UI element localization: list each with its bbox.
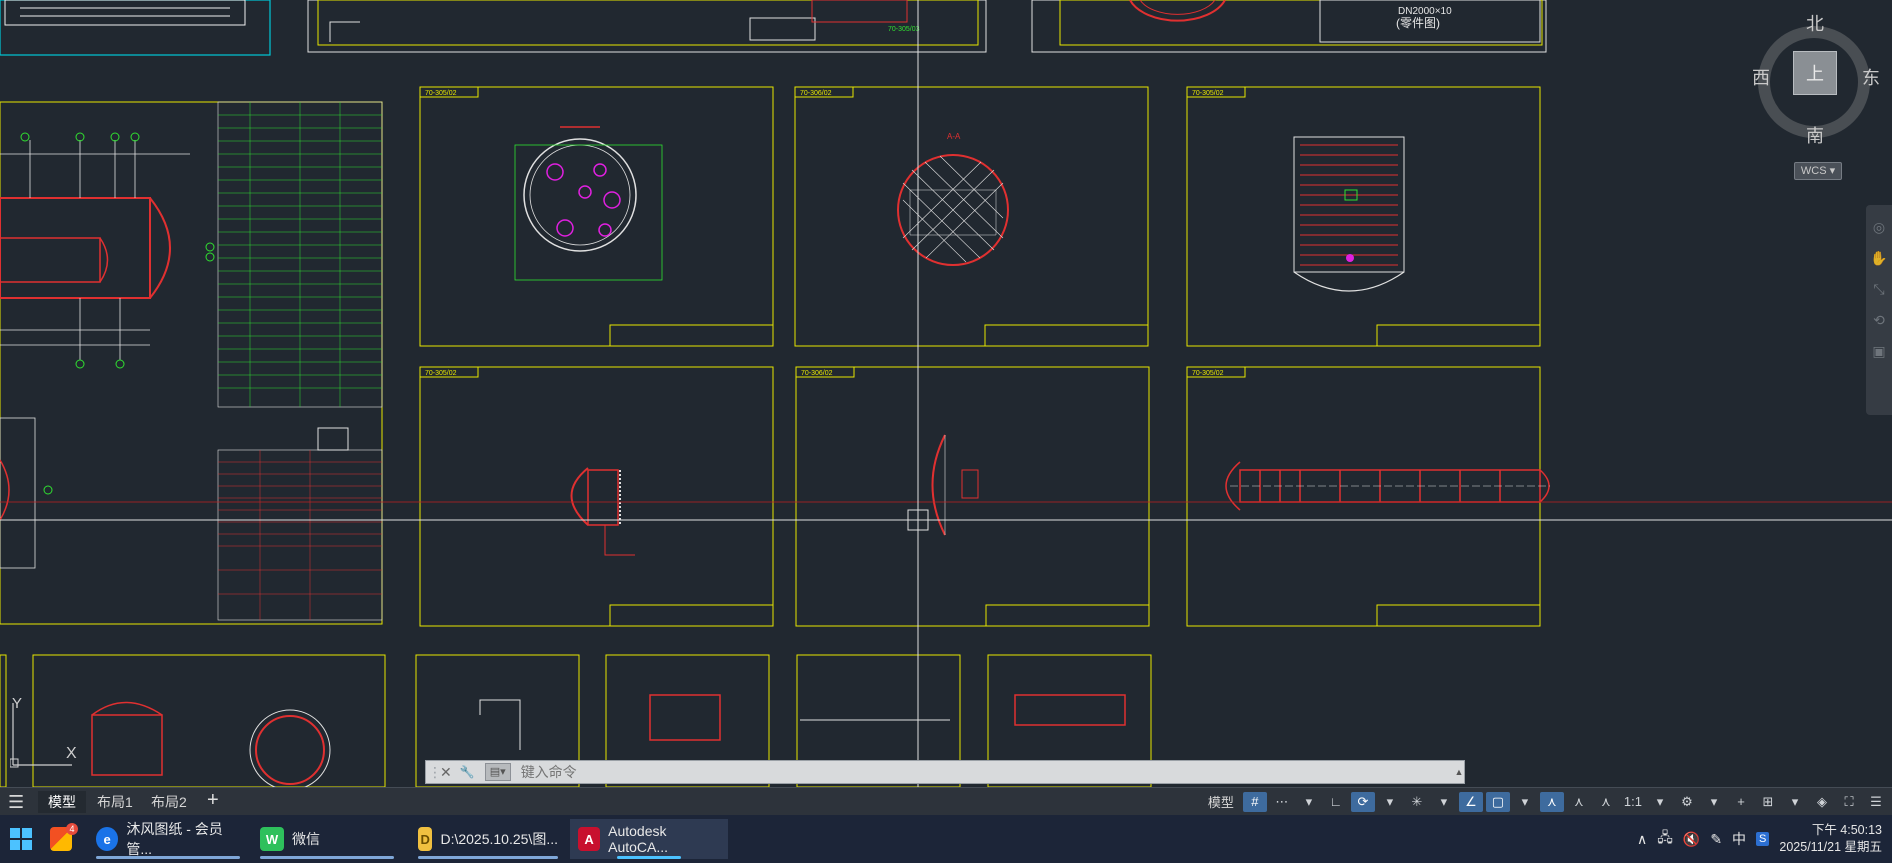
ucs-icon: Y X [9,695,85,770]
pan-hand-icon[interactable]: ✋ [1866,250,1892,267]
drawing-no-top: 70-305/03 [888,26,920,33]
zoom-extents-icon[interactable]: ⤡ [1866,281,1892,298]
volume-muted-icon[interactable]: 🔇 [1683,831,1700,848]
annotation-scale-value[interactable]: 1:1 [1621,792,1645,812]
system-clock[interactable]: 下午 4:50:13 2025/11/21 星期五 [1779,822,1882,856]
taskbar-app-label: D:\2025.10.25\图... [440,831,558,847]
notification-badge: 4 [66,823,78,835]
steering-wheel-icon[interactable]: ◎ [1866,219,1892,236]
system-tray: ∧ 🖧 🔇 ✎ 中 S 下午 4:50:13 2025/11/21 星期五 [1637,815,1892,863]
sheet-2-title: 70-306/02 [800,90,832,97]
plus-icon[interactable]: + [1729,792,1753,812]
status-bar: ☰ 模型 布局1 布局2 + 模型 # ⋯ ▾ ∟ ⟳ ▾ ✳ ▾ ∠ ▢ ▾ … [0,787,1892,815]
customize-menu-icon[interactable]: ☰ [1864,792,1888,812]
compass-west[interactable]: 西 [1752,64,1770,90]
grid-icon[interactable]: # [1242,791,1267,812]
orbit-icon[interactable]: ⟲ [1866,312,1892,329]
customize-wrench-icon[interactable]: 🔧 [460,765,475,779]
dropdown-icon[interactable]: ▾ [1297,792,1321,812]
store-app-button[interactable]: 4 [42,819,80,859]
auto-scale-icon[interactable]: ⋏ [1567,792,1591,812]
dropdown-icon[interactable]: ▾ [1513,792,1537,812]
sheet-5-title: 70-306/02 [801,370,833,377]
tab-layout2[interactable]: 布局2 [141,791,197,813]
dropdown-icon[interactable]: ▾ [1783,792,1807,812]
annotation-scale-icon[interactable]: ⋏ [1594,792,1618,812]
navigation-bar[interactable]: ◎ ✋ ⤡ ⟲ ▣ [1866,205,1892,415]
ortho-icon[interactable]: ∟ [1324,792,1348,812]
command-history-arrow-icon[interactable]: ▲ [1454,761,1464,783]
workspace-gear-icon[interactable]: ⚙ [1675,792,1699,812]
command-input[interactable] [518,763,1454,781]
viewcube-top-face[interactable]: 上 [1793,51,1837,95]
tab-model[interactable]: 模型 [38,791,86,813]
ime-language-indicator[interactable]: 中 [1732,829,1746,849]
wcs-menu[interactable]: WCS ▾ [1794,162,1842,180]
command-line-grip[interactable]: ⋮ [428,764,442,781]
isodraft-icon[interactable]: ✳ [1405,792,1429,812]
showmotion-icon[interactable]: ▣ [1866,343,1892,360]
compass-north[interactable]: 北 [1806,10,1824,36]
browser-icon: e [96,827,119,851]
tab-layout1[interactable]: 布局1 [87,791,143,813]
taskbar-app-wechat[interactable]: W 微信 [252,819,402,859]
windows-taskbar: 4 e 沐风图纸 - 会员管... W 微信 D D:\2025.10.25\图… [0,815,1892,863]
annotation-visibility-icon[interactable]: ⋏ [1539,791,1564,812]
autocad-icon: A [578,827,601,851]
model-space-toggle[interactable]: 模型 [1202,792,1240,811]
taskbar-app-label: Autodesk AutoCA... [608,823,669,855]
drawing-canvas[interactable]: 70-305/03 DN2000×10 (零件图) 70-305/02 70-3… [0,0,1892,787]
show-hidden-icons-chevron-icon[interactable]: ∧ [1637,831,1647,848]
pen-icon[interactable]: ✎ [1710,831,1722,848]
clock-time: 下午 4:50:13 [1811,823,1882,837]
compass-south[interactable]: 南 [1806,122,1824,148]
taskbar-app-browser[interactable]: e 沐风图纸 - 会员管... [88,819,248,859]
recent-commands-icon[interactable]: ▤▾ [484,763,511,781]
object-snap-icon[interactable]: ▢ [1485,791,1510,812]
ucs-y-label: Y [12,695,23,712]
hamburger-menu-icon[interactable]: ☰ [8,792,24,813]
object-snap-tracking-icon[interactable]: ∠ [1458,791,1483,812]
windows-start-button[interactable] [10,828,32,850]
taskbar-app-label: 微信 [292,831,320,847]
clock-date: 2025/11/21 星期五 [1779,840,1882,854]
wechat-icon: W [260,827,284,851]
sheet-3-title: 70-305/02 [1192,90,1224,97]
ucs-x-label: X [66,745,77,762]
status-toggles: 模型 # ⋯ ▾ ∟ ⟳ ▾ ✳ ▾ ∠ ▢ ▾ ⋏ ⋏ ⋏ 1:1 ▾ ⚙ ▾… [1202,788,1892,815]
taskbar-app-label: 沐风图纸 - 会员管... [126,821,223,857]
section-aa-label: A-A [947,132,961,141]
compass-east[interactable]: 东 [1862,64,1880,90]
taskbar-app-autocad[interactable]: A Autodesk AutoCA... [570,819,728,859]
dropdown-icon[interactable]: ▾ [1648,792,1672,812]
dropdown-icon[interactable]: ▾ [1702,792,1726,812]
folder-icon: D [418,827,433,851]
fullscreen-icon[interactable]: ⛶ [1837,792,1861,812]
viewcube[interactable]: 上 北 南 西 东 WCS ▾ [1752,10,1886,180]
command-line[interactable]: ⋮ ✕ 🔧 ▤▾ ▲ [425,760,1465,784]
dropdown-icon[interactable]: ▾ [1378,792,1402,812]
polar-tracking-icon[interactable]: ⟳ [1350,791,1375,812]
sheet-6-title: 70-305/02 [1192,370,1224,377]
snap-icon[interactable]: ⋯ [1270,792,1294,812]
taskbar-app-explorer[interactable]: D D:\2025.10.25\图... [410,819,566,859]
isolate-objects-icon[interactable]: ◈ [1810,792,1834,812]
sheet-4-title: 70-305/02 [425,370,457,377]
sheet-1-title: 70-305/02 [425,90,457,97]
close-icon[interactable]: ✕ [440,764,452,781]
dropdown-icon[interactable]: ▾ [1432,792,1456,812]
units-icon[interactable]: ⊞ [1756,792,1780,812]
ime-mode-icon[interactable]: S [1756,832,1770,846]
top-part: (零件图) [1396,16,1440,30]
model-space-drawing[interactable]: 70-305/03 DN2000×10 (零件图) 70-305/02 70-3… [0,0,1892,787]
add-layout-button[interactable]: + [207,789,219,812]
network-icon[interactable]: 🖧 [1657,827,1673,851]
